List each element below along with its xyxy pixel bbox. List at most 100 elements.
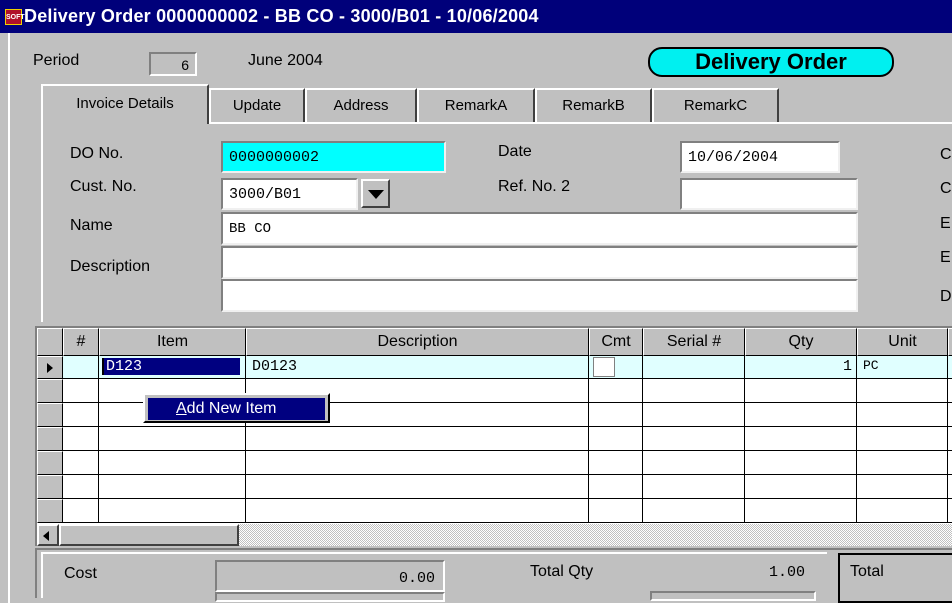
column-header-cmt[interactable]: Cmt (589, 328, 643, 356)
grid-empty-cell[interactable] (63, 451, 99, 475)
total-qty-value: 1.00 (768, 564, 805, 581)
grid-empty-cell[interactable] (857, 403, 948, 427)
row-indicator[interactable] (37, 499, 63, 523)
document-type-badge: Delivery Order (648, 47, 894, 77)
window-title: Delivery Order 0000000002 - BB CO - 3000… (24, 6, 539, 26)
grid-empty-cell[interactable] (63, 379, 99, 403)
arrow-left-icon (43, 531, 49, 541)
item-cell[interactable]: D123 (99, 356, 246, 379)
grid-empty-cell[interactable] (99, 427, 246, 451)
column-header-description[interactable]: Description (246, 328, 589, 356)
grid-empty-cell[interactable] (589, 403, 643, 427)
tab-remarka[interactable]: RemarkA (417, 88, 535, 122)
period-month: June 2004 (248, 52, 323, 69)
scroll-left-button[interactable] (37, 524, 59, 546)
grid-empty-cell[interactable] (589, 451, 643, 475)
item-cell-editor[interactable]: D123 (102, 358, 240, 375)
grid-empty-cell[interactable] (63, 475, 99, 499)
grid-empty-cell[interactable] (948, 379, 952, 403)
column-header-number[interactable]: # (63, 328, 99, 356)
period-field[interactable]: 6 (149, 52, 197, 76)
grid-corner (37, 328, 63, 356)
grid-empty-cell[interactable] (63, 499, 99, 523)
scroll-thumb[interactable] (59, 524, 239, 546)
tab-address[interactable]: Address (305, 88, 417, 122)
row-number-cell[interactable] (63, 356, 99, 379)
grid-empty-cell[interactable] (857, 451, 948, 475)
grid-empty-cell[interactable] (857, 379, 948, 403)
grid-empty-cell[interactable] (643, 451, 745, 475)
row-indicator[interactable] (37, 451, 63, 475)
grid-empty-cell[interactable] (246, 499, 589, 523)
grid-empty-cell[interactable] (99, 451, 246, 475)
grid-empty-cell[interactable] (745, 499, 857, 523)
grid-empty-cell[interactable] (745, 379, 857, 403)
grid-empty-cell[interactable] (948, 451, 952, 475)
grid-empty-cell[interactable] (745, 475, 857, 499)
cost-field: 0.00 (215, 560, 445, 592)
items-grid[interactable]: # Item Description Cmt Serial # Qty Unit… (35, 326, 952, 546)
context-menu: Add New Item (143, 393, 330, 423)
grid-empty-cell[interactable] (745, 403, 857, 427)
total-label: Total (850, 563, 884, 580)
grid-empty-cell[interactable] (246, 427, 589, 451)
grid-empty-cell[interactable] (948, 499, 952, 523)
grid-empty-cell[interactable] (857, 475, 948, 499)
grid-empty-cell[interactable] (643, 403, 745, 427)
tab-remarkc[interactable]: RemarkC (652, 88, 779, 122)
row-indicator[interactable] (37, 379, 63, 403)
column-header-unit[interactable]: Unit (857, 328, 948, 356)
grid-empty-cell[interactable] (589, 379, 643, 403)
grid-empty-cell[interactable] (948, 475, 952, 499)
grid-empty-cell[interactable] (589, 499, 643, 523)
cost-label: Cost (64, 565, 97, 582)
grid-empty-cell[interactable] (643, 379, 745, 403)
period-label: Period (33, 52, 80, 69)
grid-empty-cell[interactable] (246, 475, 589, 499)
total-box: Total (838, 553, 952, 603)
cmt-checkbox[interactable] (593, 357, 615, 377)
qty-cell[interactable]: 1 (745, 356, 857, 379)
add-new-item-label: dd New Item (186, 400, 277, 417)
grid-empty-cell[interactable] (745, 427, 857, 451)
row-indicator[interactable] (37, 475, 63, 499)
row-indicator[interactable] (37, 427, 63, 451)
grid-empty-cell[interactable] (63, 427, 99, 451)
column-header-qty[interactable]: Qty (745, 328, 857, 356)
grid-empty-cell[interactable] (589, 427, 643, 451)
total-qty-label: Total Qty (530, 563, 594, 580)
unit-cell[interactable]: PC (857, 356, 948, 379)
column-header-serial[interactable]: Serial # (643, 328, 745, 356)
add-new-item-mnemonic: A (176, 400, 187, 417)
grid-empty-cell[interactable] (948, 427, 952, 451)
grid-empty-cell[interactable] (643, 475, 745, 499)
title-bar[interactable]: SOFT Delivery Order 0000000002 - BB CO -… (0, 0, 952, 33)
tab-remarkb[interactable]: RemarkB (535, 88, 652, 122)
serial-cell[interactable] (643, 356, 745, 379)
row-indicator[interactable] (37, 356, 63, 379)
current-row-arrow-icon (47, 363, 53, 373)
extra-cell[interactable] (948, 356, 952, 379)
grid-empty-cell[interactable] (99, 475, 246, 499)
description-cell[interactable]: D0123 (246, 356, 589, 379)
row-indicator[interactable] (37, 403, 63, 427)
grid-empty-cell[interactable] (857, 427, 948, 451)
grid-empty-cell[interactable] (246, 451, 589, 475)
app-icon[interactable]: SOFT (5, 9, 25, 25)
grid-empty-cell[interactable] (643, 427, 745, 451)
grid-empty-cell[interactable] (857, 499, 948, 523)
grid-empty-cell[interactable] (589, 475, 643, 499)
grid-empty-cell[interactable] (745, 451, 857, 475)
tab-update[interactable]: Update (209, 88, 305, 122)
grid-empty-cell[interactable] (99, 499, 246, 523)
column-header-item[interactable]: Item (99, 328, 246, 356)
total-qty-field (650, 591, 816, 601)
grid-empty-cell[interactable] (63, 403, 99, 427)
grid-empty-cell[interactable] (643, 499, 745, 523)
add-new-item-menu-item[interactable]: Add New Item (148, 398, 325, 420)
cmt-cell[interactable] (589, 356, 643, 379)
invoice-details-panel (41, 122, 952, 322)
tab-invoice-details[interactable]: Invoice Details (41, 84, 209, 124)
horizontal-scrollbar[interactable] (37, 524, 952, 546)
grid-empty-cell[interactable] (948, 403, 952, 427)
